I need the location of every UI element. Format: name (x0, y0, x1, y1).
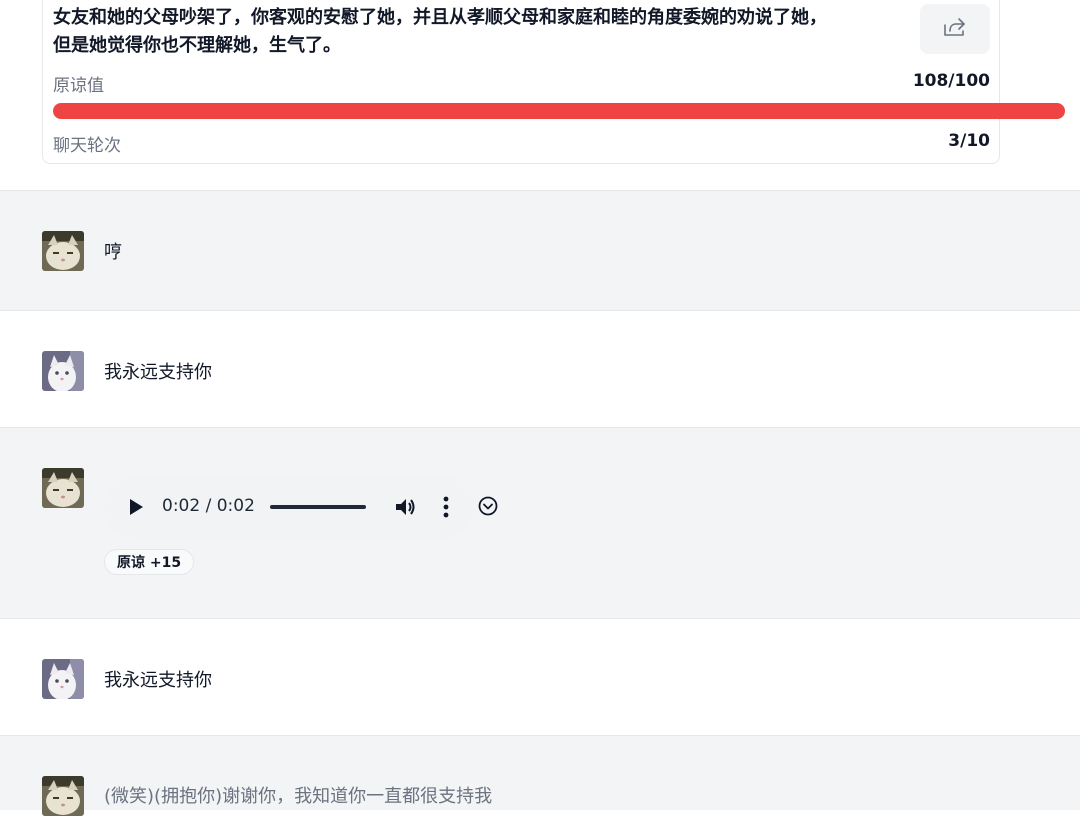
forgiveness-progress-bar (53, 103, 1065, 119)
avatar-bot (42, 231, 84, 271)
volume-icon[interactable] (394, 496, 416, 522)
share-icon (942, 15, 968, 43)
message-text: (微笑)(拥抱你)谢谢你，我知道你一直都很支持我 (104, 786, 493, 807)
message-user: 我永远支持你 (0, 618, 1080, 735)
chevron-down-circle-icon[interactable] (478, 496, 498, 520)
avatar-bot (42, 776, 84, 816)
message-bot: 哼 (0, 190, 1080, 310)
audio-time: 0:02 / 0:02 (162, 496, 255, 516)
message-user: 我永远支持你 (0, 310, 1080, 427)
scenario-text: 女友和她的父母吵架了，你客观的安慰了她，并且从孝顺父母和家庭和睦的角度委婉的劝说… (53, 7, 827, 56)
rounds-label: 聊天轮次 (53, 136, 121, 156)
play-icon[interactable] (128, 498, 144, 520)
audio-seek-bar[interactable] (270, 505, 366, 509)
audio-player: 0:02 / 0:02 (104, 476, 474, 538)
avatar-bot (42, 468, 84, 508)
more-options-icon[interactable] (443, 496, 449, 522)
avatar-user (42, 351, 84, 391)
avatar-user (42, 659, 84, 699)
share-button[interactable] (920, 4, 990, 54)
forgiveness-badge: 原谅 +15 (104, 549, 195, 575)
rounds-value: 3/10 (948, 131, 990, 151)
forgiveness-value: 108/100 (912, 71, 990, 91)
forgiveness-label: 原谅值 (53, 76, 104, 96)
message-text: 哼 (104, 242, 122, 263)
message-text: 我永远支持你 (104, 670, 212, 691)
message-text: 我永远支持你 (104, 362, 212, 383)
